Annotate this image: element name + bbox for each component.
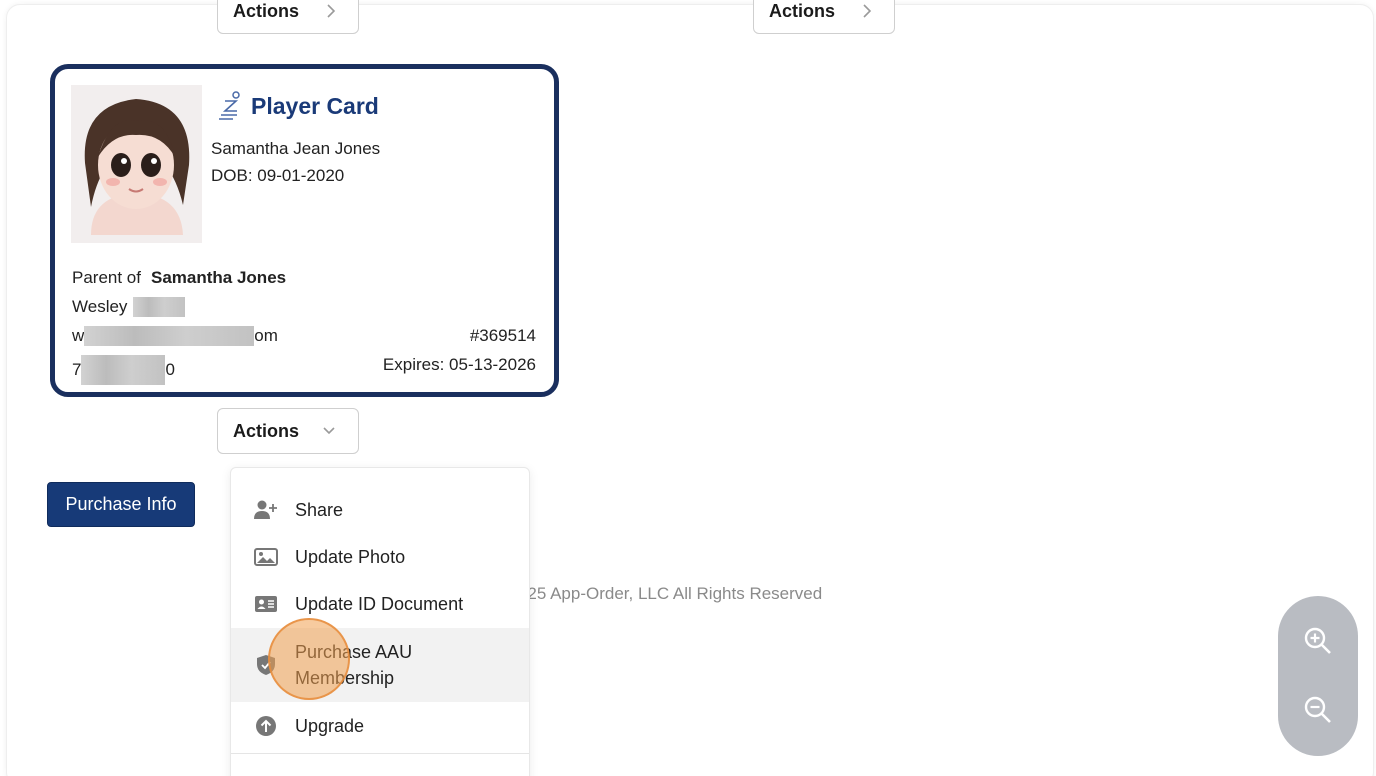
player-name: Samantha Jean Jones <box>211 139 381 158</box>
redacted-phone <box>81 355 166 385</box>
menu-item-label-line1: Purchase AAU <box>295 642 413 662</box>
user-plus-icon <box>253 499 279 521</box>
actions-label: Actions <box>233 420 300 441</box>
chevron-right-icon <box>862 3 872 19</box>
guardian-first-name: Wesley <box>72 297 128 316</box>
email-start: w <box>72 326 85 345</box>
card-actions-button[interactable]: Actions <box>217 408 359 454</box>
phone-end: 0 <box>165 360 175 379</box>
actions-dropdown-menu: Share Update Photo Update ID Document Pu… <box>230 467 530 776</box>
menu-item-label: Update ID Document <box>295 593 464 614</box>
menu-item-label: Purchase AAU Membership <box>295 639 412 691</box>
redacted-email <box>84 326 255 346</box>
guardian-phone: 7 0 <box>72 355 175 385</box>
arrow-up-circle-icon <box>253 715 279 737</box>
chevron-right-icon <box>326 3 336 19</box>
player-avatar <box>71 85 202 243</box>
phone-start: 7 <box>72 360 82 379</box>
menu-item-upgrade[interactable]: Upgrade <box>231 706 529 746</box>
guardian-email: w om <box>72 326 278 346</box>
menu-item-label: Update Photo <box>295 546 406 567</box>
parent-prefix: Parent of <box>72 268 141 287</box>
player-dob: DOB: 09-01-2020 <box>211 166 345 185</box>
menu-item-label-line2: Membership <box>295 668 395 688</box>
page: Actions Actions Player Card Samantha Jea… <box>0 0 1376 776</box>
chevron-down-icon <box>322 426 336 436</box>
card-title: Player Card <box>217 91 379 121</box>
parent-child-name: Samantha Jones <box>151 268 287 287</box>
id-card-icon <box>253 593 279 615</box>
menu-item-share[interactable]: Share <box>231 490 529 530</box>
actions-label: Actions <box>233 0 300 21</box>
email-end: om <box>254 326 278 345</box>
zoom-out-icon <box>1304 696 1331 723</box>
zoom-controls <box>1278 596 1358 756</box>
actions-label: Actions <box>769 0 836 21</box>
zoom-in-button[interactable] <box>1300 623 1336 659</box>
menu-item-label: Share <box>295 499 344 520</box>
card-title-text: Player Card <box>251 92 379 119</box>
shield-icon <box>253 654 279 676</box>
guardian-name: Wesley <box>72 297 186 317</box>
runner-icon <box>217 91 243 121</box>
menu-divider <box>231 753 529 754</box>
zoom-out-button[interactable] <box>1300 692 1336 728</box>
zoom-in-icon <box>1304 627 1331 654</box>
parent-of-line: Parent of Samantha Jones <box>72 268 286 288</box>
member-id: #369514 <box>469 326 536 345</box>
actions-button-top-left[interactable]: Actions <box>217 0 359 34</box>
redacted-last-name <box>133 297 186 317</box>
image-icon <box>253 546 279 568</box>
actions-button-top-right[interactable]: Actions <box>753 0 895 34</box>
expiration-date: Expires: 05-13-2026 <box>382 355 536 374</box>
menu-item-update-photo[interactable]: Update Photo <box>231 537 529 577</box>
menu-item-update-id-document[interactable]: Update ID Document <box>231 584 529 624</box>
purchase-info-button[interactable]: Purchase Info <box>47 482 195 527</box>
player-card: Player Card Samantha Jean Jones DOB: 09-… <box>50 64 559 397</box>
menu-item-purchase-aau-membership[interactable]: Purchase AAU Membership <box>231 628 529 702</box>
menu-item-label: Upgrade <box>295 715 365 736</box>
